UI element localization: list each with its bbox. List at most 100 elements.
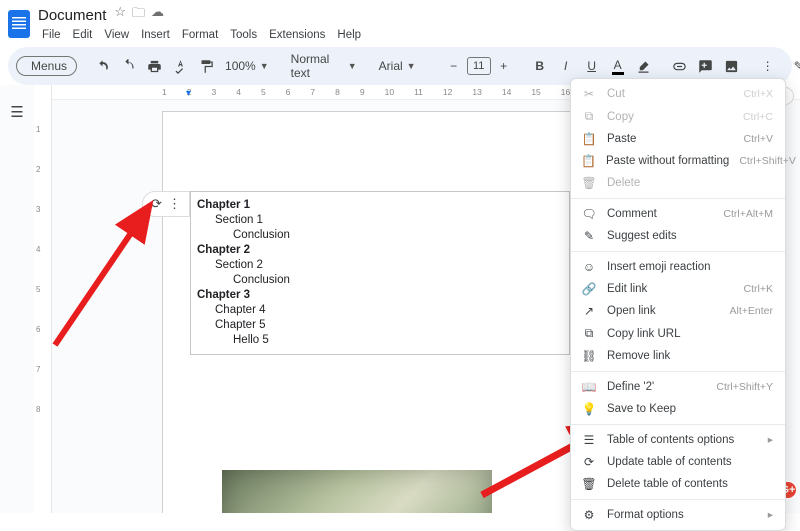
- ctx-label: Delete table of contents: [607, 478, 773, 490]
- editing-mode-dropdown[interactable]: ✎▼: [787, 56, 800, 76]
- ctx-label: Comment: [607, 208, 713, 220]
- chevron-right-icon: ▸: [768, 434, 773, 446]
- zoom-dropdown[interactable]: 100%▼: [221, 59, 273, 73]
- toc-entry[interactable]: Section 2: [197, 258, 561, 273]
- font-size-control: − 11 +: [443, 55, 515, 77]
- toc-entry[interactable]: Chapter 1: [197, 198, 561, 213]
- menu-tools[interactable]: Tools: [226, 27, 261, 43]
- toc-entry[interactable]: Chapter 5: [197, 318, 561, 333]
- ctx-insert-emoji-reaction[interactable]: ☺Insert emoji reaction: [571, 256, 785, 278]
- more-icon[interactable]: ⋮: [168, 196, 181, 212]
- document-image-placeholder[interactable]: [222, 470, 492, 513]
- font-size-input[interactable]: 11: [467, 57, 491, 75]
- ctx-paste[interactable]: 📋PasteCtrl+V: [571, 128, 785, 150]
- link-icon: 🔗: [581, 282, 597, 296]
- highlight-button[interactable]: [633, 55, 655, 77]
- context-menu: ✂CutCtrl+X⧉CopyCtrl+C📋PasteCtrl+V📋Paste …: [570, 78, 786, 531]
- ctx-update-table-of-contents[interactable]: ⟳Update table of contents: [571, 451, 785, 473]
- toc-entry[interactable]: Hello 5: [197, 333, 561, 348]
- document-title[interactable]: Document: [38, 7, 106, 24]
- italic-button[interactable]: I: [555, 55, 577, 77]
- toc-icon: ☰: [581, 433, 597, 447]
- cloud-status-icon[interactable]: ☁: [151, 4, 164, 26]
- toc-entry[interactable]: Chapter 3: [197, 288, 561, 303]
- ctx-label: Delete: [607, 177, 773, 189]
- outline-icon[interactable]: ☰: [10, 103, 23, 121]
- font-size-increase[interactable]: +: [493, 55, 515, 77]
- menu-extensions[interactable]: Extensions: [265, 27, 329, 43]
- font-size-decrease[interactable]: −: [443, 55, 465, 77]
- text-color-button[interactable]: A: [607, 55, 629, 77]
- ctx-define-2-[interactable]: 📖Define '2'Ctrl+Shift+Y: [571, 376, 785, 398]
- ctx-label: Paste: [607, 133, 734, 145]
- paint-format-button[interactable]: [195, 55, 217, 77]
- spellcheck-button[interactable]: [169, 55, 191, 77]
- menu-format[interactable]: Format: [178, 27, 222, 43]
- ctx-edit-link[interactable]: 🔗Edit linkCtrl+K: [571, 278, 785, 300]
- insert-comment-button[interactable]: [695, 55, 717, 77]
- toc-entry[interactable]: Conclusion: [197, 228, 561, 243]
- ctx-table-of-contents-options[interactable]: ☰ Table of contents options ▸: [571, 429, 785, 451]
- ctx-delete-table-of-contents[interactable]: 🗑Delete table of contents: [571, 473, 785, 495]
- ctx-label: Open link: [607, 305, 720, 317]
- ctx-shortcut: Ctrl+Alt+M: [723, 208, 773, 220]
- print-button[interactable]: [143, 55, 165, 77]
- ctx-open-link[interactable]: ↗Open linkAlt+Enter: [571, 300, 785, 322]
- menu-view[interactable]: View: [100, 27, 133, 43]
- docs-logo-icon[interactable]: [8, 10, 30, 38]
- menus-search[interactable]: Menus: [16, 56, 77, 76]
- chevron-right-icon: ▸: [768, 509, 773, 521]
- cut-icon: ✂: [581, 87, 597, 101]
- pencil-icon: ✎: [794, 59, 800, 73]
- format-icon: ⚙: [581, 508, 597, 522]
- ctx-label: Update table of contents: [607, 456, 773, 468]
- insert-image-button[interactable]: [721, 55, 743, 77]
- move-icon[interactable]: 🗀: [132, 4, 145, 26]
- toc-entry[interactable]: Conclusion: [197, 273, 561, 288]
- ctx-label: Paste without formatting: [606, 155, 729, 167]
- toc-entry[interactable]: Section 1: [197, 213, 561, 228]
- emoji-icon: ☺: [581, 260, 597, 274]
- menu-file[interactable]: File: [38, 27, 65, 43]
- ctx-label: Remove link: [607, 350, 773, 362]
- toc-entry[interactable]: Chapter 2: [197, 243, 561, 258]
- ctx-comment[interactable]: 🗨 Comment Ctrl+Alt+M: [571, 203, 785, 225]
- ctx-shortcut: Ctrl+Shift+V: [739, 155, 796, 167]
- menu-insert[interactable]: Insert: [137, 27, 174, 43]
- trash-icon: 🗑: [581, 176, 597, 190]
- menu-help[interactable]: Help: [333, 27, 365, 43]
- font-dropdown[interactable]: Arial▼: [375, 59, 429, 73]
- ctx-label: Table of contents options: [607, 434, 758, 446]
- ctx-remove-link[interactable]: ⛓Remove link: [571, 345, 785, 367]
- paragraph-style-dropdown[interactable]: Normal text▼: [287, 52, 361, 80]
- ctx-shortcut: Ctrl+C: [743, 111, 773, 123]
- undo-button[interactable]: [91, 55, 113, 77]
- star-icon[interactable]: ☆: [114, 4, 126, 26]
- ctx-label: Define '2': [607, 381, 706, 393]
- ctx-suggest-edits[interactable]: ✎Suggest edits: [571, 225, 785, 247]
- open-icon: ↗: [581, 304, 597, 318]
- toolbar-more[interactable]: ⋮: [757, 55, 779, 77]
- ctx-label: Save to Keep: [607, 403, 773, 415]
- ctx-copy-link-url[interactable]: ⧉Copy link URL: [571, 322, 785, 345]
- vertical-ruler: 12 34 56 78: [34, 85, 52, 513]
- comment-icon: 🗨: [581, 207, 597, 221]
- ctx-label: Edit link: [607, 283, 734, 295]
- redo-button[interactable]: [117, 55, 139, 77]
- toc-floating-toolbar: ⟳ ⋮: [142, 191, 190, 217]
- bold-button[interactable]: B: [529, 55, 551, 77]
- ctx-label: Format options: [607, 509, 758, 521]
- left-rail: ☰: [0, 85, 34, 513]
- ctx-paste-without-formatting[interactable]: 📋Paste without formattingCtrl+Shift+V: [571, 150, 785, 172]
- copy-icon: ⧉: [581, 109, 597, 124]
- ctx-shortcut: Ctrl+Shift+Y: [716, 381, 773, 393]
- table-of-contents[interactable]: Chapter 1Section 1ConclusionChapter 2Sec…: [190, 191, 570, 355]
- menu-edit[interactable]: Edit: [69, 27, 97, 43]
- ctx-save-to-keep[interactable]: 💡Save to Keep: [571, 398, 785, 420]
- underline-button[interactable]: U: [581, 55, 603, 77]
- insert-link-button[interactable]: [669, 55, 691, 77]
- ctx-shortcut: Ctrl+X: [744, 88, 773, 100]
- refresh-icon[interactable]: ⟳: [151, 196, 162, 212]
- toc-entry[interactable]: Chapter 4: [197, 303, 561, 318]
- ctx-format-options[interactable]: ⚙ Format options ▸: [571, 504, 785, 526]
